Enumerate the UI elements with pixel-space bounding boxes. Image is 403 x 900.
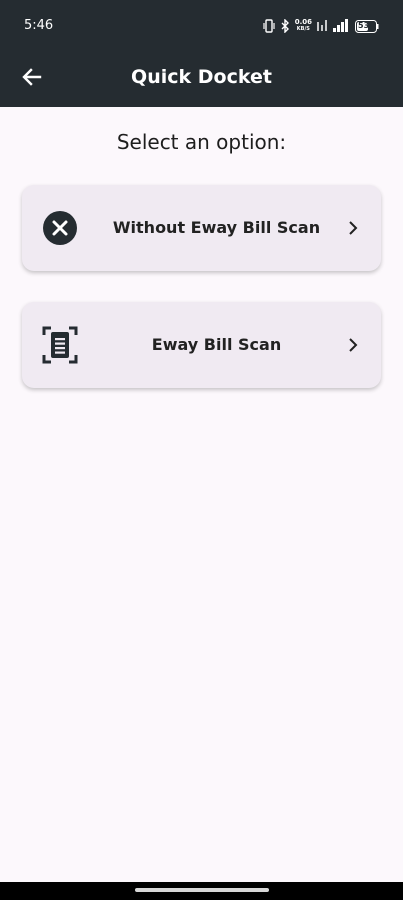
select-option-heading: Select an option: <box>116 130 287 154</box>
vibrate-icon <box>263 19 275 33</box>
battery-icon: 53 <box>355 19 379 33</box>
page-title: Quick Docket <box>131 66 272 88</box>
option-label: Without Eway Bill Scan <box>112 218 321 237</box>
signal-icon <box>332 19 350 33</box>
chevron-right-icon <box>345 219 361 237</box>
without-eway-bill-scan-option[interactable]: Without Eway Bill Scan <box>22 185 381 271</box>
document-scanner-icon <box>42 326 78 364</box>
wifi-icon <box>317 19 327 33</box>
option-label: Eway Bill Scan <box>151 335 282 354</box>
battery-level: 53 <box>358 20 370 30</box>
app-bar: Quick Docket <box>0 52 403 107</box>
network-speed: 0.06 KB/S <box>294 18 312 33</box>
chevron-right-icon <box>345 336 361 354</box>
eway-bill-scan-option[interactable]: Eway Bill Scan <box>22 302 381 388</box>
status-time: 5:46 <box>24 18 54 33</box>
status-bar: 5:46 0.06 KB/S 53 <box>0 0 403 52</box>
close-circle-icon <box>42 210 78 246</box>
bluetooth-icon <box>280 19 290 33</box>
home-gesture-handle[interactable] <box>135 888 269 892</box>
system-navigation-bar <box>0 882 403 900</box>
status-icons: 0.06 KB/S 53 <box>263 17 379 35</box>
